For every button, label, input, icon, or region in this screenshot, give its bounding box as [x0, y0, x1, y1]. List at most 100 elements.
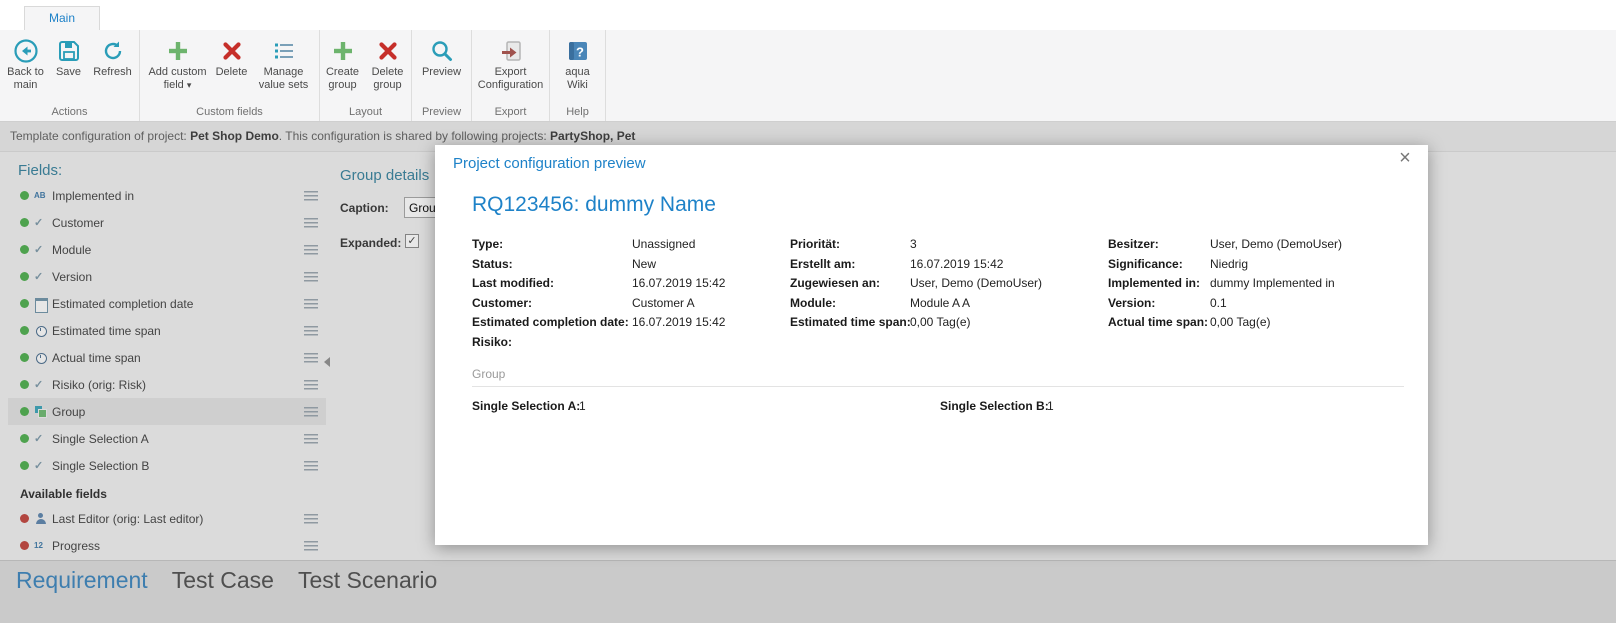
field-row-value: dummy Implemented in [1210, 276, 1335, 290]
field-row-value: 3 [910, 237, 917, 251]
create-group-button[interactable]: Create group [321, 37, 365, 93]
field-row-value: 0,00 Tag(e) [910, 315, 971, 329]
refresh-icon [104, 41, 121, 60]
field-row-value: New [632, 256, 657, 271]
dropdown-arrow-icon: ▾ [186, 80, 192, 90]
ribbon-group-layout: Create group Delete group Layout [320, 30, 412, 121]
field-row: Estimated time span:0,00 Tag(e) [790, 315, 1042, 335]
add-custom-field-button[interactable]: Add custom field ▾ [145, 37, 211, 93]
refresh-button[interactable]: Refresh [89, 37, 137, 93]
field-row-value: 0,00 Tag(e) [1210, 315, 1271, 329]
field-row: Status: New [472, 257, 725, 277]
field-row: Estimated completion date: 16.07.2019 15:… [472, 315, 725, 335]
button-label: Create group [325, 66, 360, 91]
field-row-label: Single Selection A: [472, 399, 581, 413]
dialog-column-3: Besitzer: User, Demo (DemoUser) Significa… [1108, 237, 1342, 335]
field-row: Customer: Customer A [472, 296, 725, 316]
field-row-label: Estimated time span: [790, 315, 911, 329]
button-label: Add custom field ▾ [146, 66, 210, 92]
preview-button[interactable]: Preview [415, 37, 469, 80]
field-row: Last modified: 16.07.2019 15:42 [472, 276, 725, 296]
field-row-value: 16.07.2019 15:42 [910, 256, 1004, 271]
add-icon [168, 42, 187, 60]
field-row-value: Niedrig [1210, 256, 1249, 271]
tab-main[interactable]: Main [24, 6, 100, 31]
field-row-label: Type: [472, 237, 504, 251]
ribbon-group-label: Preview [421, 106, 462, 118]
field-row-label: Customer: [472, 295, 533, 310]
preview-dialog: Project configuration preview × RQ123456… [435, 145, 1428, 545]
delete-icon [222, 42, 241, 60]
field-row-label: Implemented in: [1108, 276, 1201, 290]
field-row: Implemented in: dummy Implemented in [1108, 276, 1342, 296]
field-row-value: 16.07.2019 15:42 [632, 315, 726, 329]
field-row: Single Selection B:1 [940, 399, 1054, 413]
export-configuration-button[interactable]: Export Configuration [474, 37, 548, 93]
delete-group-button[interactable]: Delete group [365, 37, 411, 93]
field-row-label: Besitzer: [1108, 237, 1159, 251]
ribbon-group-label: Help [566, 106, 589, 118]
field-row-value: Unassigned [632, 237, 696, 251]
dialog-title: Project configuration preview [453, 155, 646, 172]
field-row-label: Zugewiesen an: [790, 276, 881, 290]
close-icon[interactable]: × [1394, 147, 1416, 170]
ribbon-group-label: Layout [348, 106, 383, 118]
delete-icon [378, 42, 397, 60]
value-sets-icon [274, 43, 293, 59]
field-row: Module: Module A A [790, 296, 1042, 316]
svg-text:?: ? [576, 45, 584, 60]
field-row: Version: 0.1 [1108, 296, 1342, 316]
field-row: Actual time span: 0,00 Tag(e) [1108, 315, 1342, 335]
dialog-column-2: Priorität: 3 Erstellt am: 16.07.2019 15:42… [790, 237, 1042, 335]
manage-value-sets-button[interactable]: Manage value sets [253, 37, 315, 93]
ribbon-group-preview: Preview Preview [412, 30, 472, 121]
field-row-value: 1 [579, 399, 586, 413]
button-label: Preview [421, 66, 462, 78]
button-label: Delete group [371, 66, 404, 91]
ribbon-group-actions: Back to main Save Refresh Actions [0, 30, 140, 121]
requirement-heading: RQ123456: dummy Name [472, 193, 716, 216]
ribbon-group-label: Actions [51, 106, 88, 118]
field-row-value: Module A A [910, 295, 971, 310]
button-label: Export Configuration [477, 66, 544, 91]
field-row-value: Customer A [632, 295, 695, 310]
field-row-label: Risiko: [472, 334, 513, 349]
app-window: Main Back to main Save Refresh Actions A… [0, 0, 1616, 623]
ribbon-group-label: Export [494, 106, 527, 118]
field-row-label: Erstellt am: [790, 256, 856, 271]
field-row-value: User, Demo (DemoUser) [1210, 237, 1343, 251]
field-row-value: 0.1 [1210, 295, 1227, 310]
field-row-value: 1 [1047, 399, 1054, 413]
field-row-label: Actual time span: [1108, 315, 1209, 329]
field-row-label: Priorität: [790, 237, 841, 251]
group-section-divider [472, 386, 1404, 387]
save-button[interactable]: Save [49, 37, 89, 93]
ribbon: Back to main Save Refresh Actions Add cu… [0, 30, 1616, 122]
field-row-label: Significance: [1108, 256, 1183, 271]
ribbon-group-help: ? aqua Wiki Help [550, 30, 606, 121]
field-row-label: Module: [790, 295, 836, 310]
dialog-column-1: Type: Unassigned Status: New Last modified… [472, 237, 725, 354]
back-to-main-button[interactable]: Back to main [3, 37, 49, 93]
field-row: Type: Unassigned [472, 237, 725, 257]
button-label-text: Add custom field [148, 66, 207, 91]
button-label: Save [55, 66, 82, 78]
add-icon [333, 42, 352, 60]
save-icon [58, 41, 79, 61]
ribbon-group-custom-fields: Add custom field ▾ Delete Manage value s… [140, 30, 320, 121]
export-icon [501, 41, 521, 61]
field-row: Zugewiesen an: User, Demo (DemoUser) [790, 276, 1042, 296]
button-label: Refresh [93, 66, 132, 78]
ribbon-group-export: Export Configuration Export [472, 30, 550, 121]
ribbon-tab-strip: Main [0, 0, 1616, 31]
field-row: Significance: Niedrig [1108, 257, 1342, 277]
field-row: Single Selection A:1 [472, 399, 586, 413]
button-label: Manage value sets [258, 66, 309, 91]
delete-custom-field-button[interactable]: Delete [211, 37, 253, 93]
field-row: Erstellt am: 16.07.2019 15:42 [790, 257, 1042, 277]
field-row-value: 16.07.2019 15:42 [632, 276, 726, 290]
aqua-wiki-button[interactable]: ? aqua Wiki [556, 37, 600, 93]
field-row-label: Estimated completion date: [472, 315, 629, 329]
group-section-title: Group [472, 367, 506, 381]
field-row-label: Status: [472, 256, 513, 271]
